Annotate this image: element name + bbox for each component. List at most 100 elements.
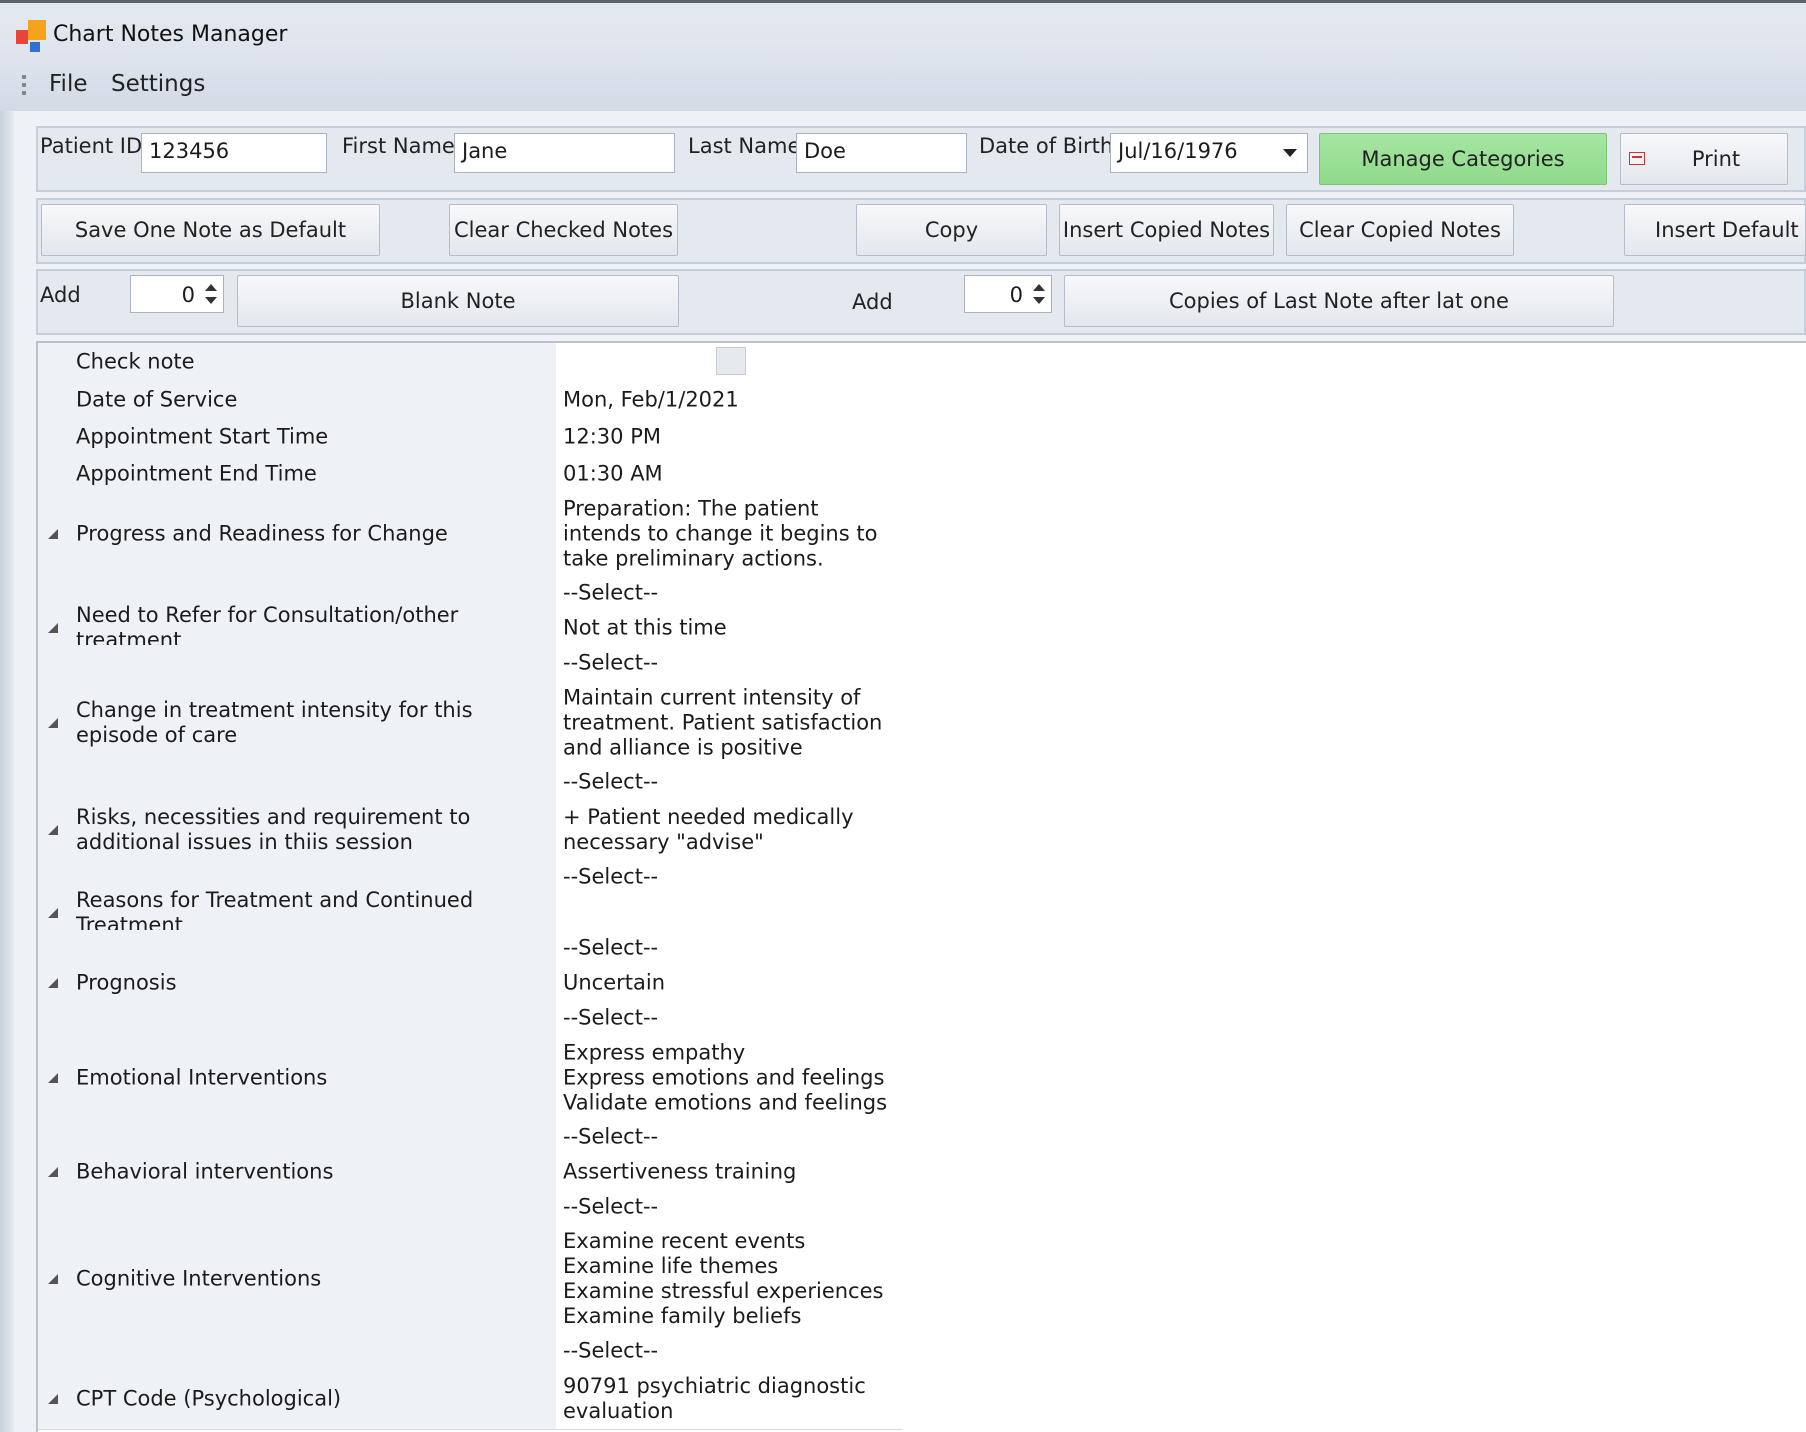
grid-row-value: Preparation: The patient intends to chan… — [563, 496, 878, 570]
patient-id-label: Patient ID — [40, 134, 143, 158]
grid-row[interactable]: Date of Service Mon, Feb/1/2021 — [38, 381, 902, 419]
grid-row-name-cell — [38, 764, 557, 800]
grid-row[interactable]: Need to Refer for Consultation/other tre… — [38, 603, 902, 652]
grid-row-name-cell — [38, 1333, 557, 1369]
grid-row-value-cell[interactable]: --Select-- — [556, 575, 902, 611]
grid-row[interactable]: Risks, necessities and requirement to ad… — [38, 800, 902, 860]
grid-row-value: --Select-- — [563, 769, 659, 794]
grid-row-value-cell[interactable]: 12:30 PM — [556, 418, 902, 455]
grid-row-value: Mon, Feb/1/2021 — [563, 387, 739, 411]
grid-row-value-cell[interactable]: Not at this time — [556, 611, 902, 645]
grid-row[interactable]: --Select-- — [38, 1189, 902, 1226]
grid-row[interactable]: --Select-- — [38, 930, 902, 967]
insert-copied-button[interactable]: Insert Copied Notes — [1059, 204, 1274, 256]
grid-row[interactable]: Emotional Interventions Express empathy E… — [38, 1036, 902, 1120]
grid-row-value-cell[interactable]: --Select-- — [556, 1333, 902, 1369]
blank-count-value: 0 — [181, 283, 195, 307]
grid-row[interactable]: --Select-- — [38, 1000, 902, 1037]
grid-row-label: Appointment Start Time — [76, 424, 329, 448]
clear-checked-button[interactable]: Clear Checked Notes — [449, 204, 678, 256]
collapse-triangle-icon[interactable] — [48, 824, 58, 835]
chevron-down-icon[interactable] — [1283, 149, 1297, 157]
menu-settings[interactable]: Settings — [107, 71, 209, 97]
grid-row-value-cell[interactable]: --Select-- — [556, 1000, 902, 1036]
copies-count-stepper[interactable]: 0 — [964, 275, 1052, 313]
grid-row-value-cell[interactable]: --Select-- — [556, 859, 902, 895]
collapse-triangle-icon[interactable] — [48, 1394, 58, 1404]
grid-row-value-cell[interactable]: + Patient needed medically necessary "ad… — [556, 800, 902, 859]
collapse-triangle-icon[interactable] — [48, 978, 58, 988]
collapse-triangle-icon[interactable] — [48, 907, 58, 918]
collapse-triangle-icon[interactable] — [48, 623, 58, 633]
blank-count-stepper[interactable]: 0 — [130, 275, 224, 313]
collapse-triangle-icon[interactable] — [48, 1274, 58, 1284]
grid-row-value: --Select-- — [563, 1194, 659, 1219]
grid-row-value-cell[interactable]: --Select-- — [556, 764, 902, 800]
grid-row-value: Uncertain — [563, 970, 666, 995]
collapse-triangle-icon[interactable] — [48, 528, 58, 539]
grid-row-value-cell[interactable]: 01:30 AM — [556, 455, 902, 492]
grid-row[interactable]: Appointment End Time 01:30 AM — [38, 455, 902, 493]
blank-note-button[interactable]: Blank Note — [237, 275, 679, 327]
grid-row-value-cell[interactable]: Maintain current intensity of treatment.… — [556, 681, 902, 764]
grid-row[interactable]: Cognitive Interventions Examine recent ev… — [38, 1225, 902, 1334]
grid-row[interactable]: Reasons for Treatment and Continued Trea… — [38, 888, 902, 937]
grid-row[interactable]: --Select-- — [38, 1119, 902, 1156]
grid-row-name-cell: Appointment Start Time — [38, 418, 557, 455]
grid-row-name-cell: Risks, necessities and requirement to ad… — [38, 800, 557, 859]
grid-row[interactable]: CPT Code (Psychological) 90791 psychiatri… — [38, 1369, 902, 1430]
check-note-checkbox[interactable] — [716, 347, 746, 375]
grid-row-value-cell[interactable]: --Select-- — [556, 930, 902, 966]
grid-row-value: --Select-- — [563, 1124, 659, 1149]
grid-row-value-cell[interactable]: --Select-- — [556, 645, 902, 681]
grid-row-value: Maintain current intensity of treatment.… — [563, 685, 883, 759]
grid-row[interactable]: Check note — [38, 343, 902, 382]
save-default-button[interactable]: Save One Note as Default — [41, 204, 380, 256]
clear-copied-button[interactable]: Clear Copied Notes — [1286, 204, 1514, 256]
grid-row[interactable]: --Select-- — [38, 764, 902, 801]
arrow-down-icon[interactable] — [1033, 297, 1045, 304]
menu-file[interactable]: File — [45, 71, 92, 97]
grid-row-value-cell[interactable]: --Select-- — [556, 1119, 902, 1155]
arrow-up-icon[interactable] — [205, 284, 217, 291]
grid-row[interactable]: Prognosis Uncertain — [38, 966, 902, 1001]
add-label-blank: Add — [40, 283, 81, 307]
grid-row-value-cell[interactable]: Express empathy Express emotions and fee… — [556, 1036, 902, 1119]
copies-last-note-button[interactable]: Copies of Last Note after lat one — [1064, 275, 1614, 327]
grid-row[interactable]: Appointment Start Time 12:30 PM — [38, 418, 902, 456]
first-name-input[interactable]: Jane — [454, 133, 675, 173]
grid-row-value: --Select-- — [563, 580, 659, 605]
dob-datepicker[interactable]: Jul/16/1976 — [1110, 133, 1308, 173]
grid-row[interactable]: --Select-- — [38, 645, 902, 682]
grid-row-value-cell[interactable]: Examine recent events Examine life theme… — [556, 1225, 902, 1333]
grid-row[interactable]: --Select-- — [38, 1333, 902, 1370]
collapse-triangle-icon[interactable] — [48, 1072, 58, 1083]
grid-row-name-cell: Cognitive Interventions — [38, 1225, 557, 1333]
grid-row[interactable]: Progress and Readiness for Change Prepara… — [38, 492, 902, 576]
grid-row-label: Risks, necessities and requirement to ad… — [76, 804, 471, 854]
grid-row[interactable]: Behavioral interventions Assertiveness tr… — [38, 1155, 902, 1190]
grid-row-value-cell[interactable]: --Select-- — [556, 1189, 902, 1225]
grid-row-value-cell[interactable] — [556, 895, 902, 930]
grid-row-name-cell: Check note — [38, 343, 557, 381]
patient-id-input[interactable]: 123456 — [141, 133, 327, 173]
notes-property-grid[interactable]: Check note Date of Service Mon, Feb/1/2021… — [36, 341, 902, 1432]
menu-grip-icon[interactable] — [22, 72, 28, 102]
grid-row-value-cell[interactable]: Preparation: The patient intends to chan… — [556, 492, 902, 575]
grid-row-value-cell[interactable]: 90791 psychiatric diagnostic evaluation — [556, 1369, 902, 1429]
insert-default-button[interactable]: Insert Default N — [1624, 204, 1806, 256]
arrow-down-icon[interactable] — [205, 297, 217, 304]
last-name-input[interactable]: Doe — [796, 133, 967, 173]
collapse-triangle-icon[interactable] — [48, 1167, 58, 1177]
grid-row-label: Appointment End Time — [76, 461, 317, 485]
print-button[interactable]: Print — [1620, 133, 1788, 185]
collapse-triangle-icon[interactable] — [48, 717, 58, 728]
grid-row[interactable]: Change in treatment intensity for this e… — [38, 681, 902, 765]
grid-row-value-cell[interactable]: Assertiveness training — [556, 1155, 902, 1189]
manage-categories-button[interactable]: Manage Categories — [1319, 133, 1607, 185]
copy-button[interactable]: Copy — [856, 204, 1047, 256]
arrow-up-icon[interactable] — [1033, 284, 1045, 291]
grid-row-value-cell[interactable]: Uncertain — [556, 966, 902, 1000]
grid-row-value-cell[interactable] — [556, 343, 902, 381]
grid-row-value-cell[interactable]: Mon, Feb/1/2021 — [556, 381, 902, 418]
